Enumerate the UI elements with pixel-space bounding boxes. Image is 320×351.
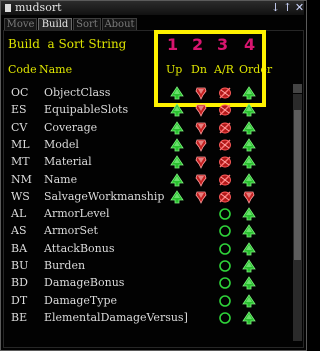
field-name: Material [44,155,92,169]
red-remove-icon[interactable] [218,154,232,168]
green-add-circle-icon[interactable] [218,275,232,290]
green-up-arrow-icon[interactable] [242,275,256,290]
field-name: Name [44,172,78,186]
field-name: DamageType [44,293,118,307]
red-down-arrow-icon[interactable] [242,189,256,204]
red-remove-icon[interactable] [218,189,232,203]
green-up-arrow-icon[interactable] [242,137,256,152]
table-row: BA AttackBonus [0,240,307,257]
table-row: AL ArmorLevel [0,205,307,222]
table-row: MT Material [0,153,307,170]
green-up-arrow-icon[interactable] [242,172,256,186]
red-remove-icon[interactable] [218,137,232,151]
table-row: DT DamageType [0,292,307,309]
red-down-arrow-icon[interactable] [194,102,208,118]
green-up-arrow-icon[interactable] [242,258,256,273]
field-code: ML [11,137,30,151]
table-row: WS SalvageWorkmanship [0,188,307,205]
field-name: SalvageWorkmanship [44,189,165,203]
field-name: Coverage [44,120,98,134]
field-code: BD [11,276,28,290]
table-row: ES EquipableSlots [0,101,307,118]
field-code: DT [11,293,28,307]
field-code: OC [11,86,29,99]
field-code: WS [11,189,30,203]
field-name: DamageBonus [44,276,125,290]
red-remove-icon[interactable] [218,120,232,134]
green-up-arrow-icon[interactable] [242,310,256,325]
window-title: mudsort [15,1,62,14]
green-up-arrow-icon[interactable] [170,154,184,169]
table-row: NM Name [0,171,307,188]
field-name: EquipableSlots [44,103,129,117]
green-up-arrow-icon[interactable] [242,293,256,307]
red-down-arrow-icon[interactable] [194,172,208,187]
field-name: AttackBonus [44,241,115,255]
red-remove-icon[interactable] [218,85,232,99]
table-row: BU Burden [0,257,307,274]
tab-sort[interactable]: Sort [73,18,101,30]
red-down-arrow-icon[interactable] [194,154,208,170]
column-header-name: Name [39,63,73,76]
green-add-circle-icon[interactable] [218,293,232,307]
green-add-circle-icon[interactable] [218,241,232,255]
close-icon[interactable]: ✕ [294,2,305,14]
green-add-circle-icon[interactable] [218,310,232,324]
green-up-arrow-icon[interactable] [242,154,256,169]
column-header-code: Code [8,63,37,76]
red-down-arrow-icon[interactable] [194,189,208,204]
red-down-arrow-icon[interactable] [194,120,208,135]
red-down-arrow-icon[interactable] [194,137,208,152]
field-name: ObjectClass [44,86,111,99]
table-row: BE ElementalDamageVersus] [0,309,307,326]
table-row: CV Coverage [0,119,307,136]
tab-move[interactable]: Move [4,18,37,30]
field-code: AL [11,207,27,221]
green-up-arrow-icon[interactable] [170,137,184,152]
field-name: Model [44,137,79,151]
green-add-circle-icon[interactable] [218,206,232,220]
green-up-arrow-icon[interactable] [170,189,184,204]
field-code: MT [11,155,30,169]
table-row: OC ObjectClass [0,84,307,101]
green-up-arrow-icon[interactable] [242,206,256,221]
tab-build[interactable]: Build [38,18,72,30]
title-bar[interactable]: mudsort ↓ ↑ ✕ [1,1,304,15]
field-code: CV [11,120,28,134]
green-up-arrow-icon[interactable] [170,85,184,100]
red-remove-icon[interactable] [218,172,232,186]
field-code: ES [11,103,27,117]
red-down-arrow-icon[interactable] [194,85,208,100]
green-up-arrow-icon[interactable] [170,172,184,186]
minimize-down-icon[interactable]: ↓ [270,2,281,14]
green-up-arrow-icon[interactable] [242,102,256,117]
move-up-icon[interactable]: ↑ [282,2,293,14]
field-name: ArmorSet [44,224,98,238]
field-code: BE [11,310,28,324]
field-name: Burden [44,259,86,272]
green-up-arrow-icon[interactable] [242,120,256,134]
table-row: ML Model [0,136,307,153]
panel-heading: Build a Sort String [8,37,127,51]
window-icon [5,4,11,12]
green-up-arrow-icon[interactable] [170,120,184,134]
field-name: ElementalDamageVersus] [44,310,188,324]
field-code: BA [11,241,28,255]
green-up-arrow-icon[interactable] [170,102,184,117]
green-add-circle-icon[interactable] [218,258,232,272]
field-code: AS [11,224,27,238]
green-add-circle-icon[interactable] [218,223,232,238]
field-code: BU [11,259,29,272]
green-up-arrow-icon[interactable] [242,241,256,256]
table-row: BD DamageBonus [0,274,307,291]
red-remove-icon[interactable] [218,102,232,116]
field-name: ArmorLevel [44,207,110,221]
field-code: NM [11,172,32,186]
green-up-arrow-icon[interactable] [242,85,256,100]
tab-about[interactable]: About [102,18,137,30]
table-row: AS ArmorSet [0,222,307,239]
green-up-arrow-icon[interactable] [242,223,256,238]
